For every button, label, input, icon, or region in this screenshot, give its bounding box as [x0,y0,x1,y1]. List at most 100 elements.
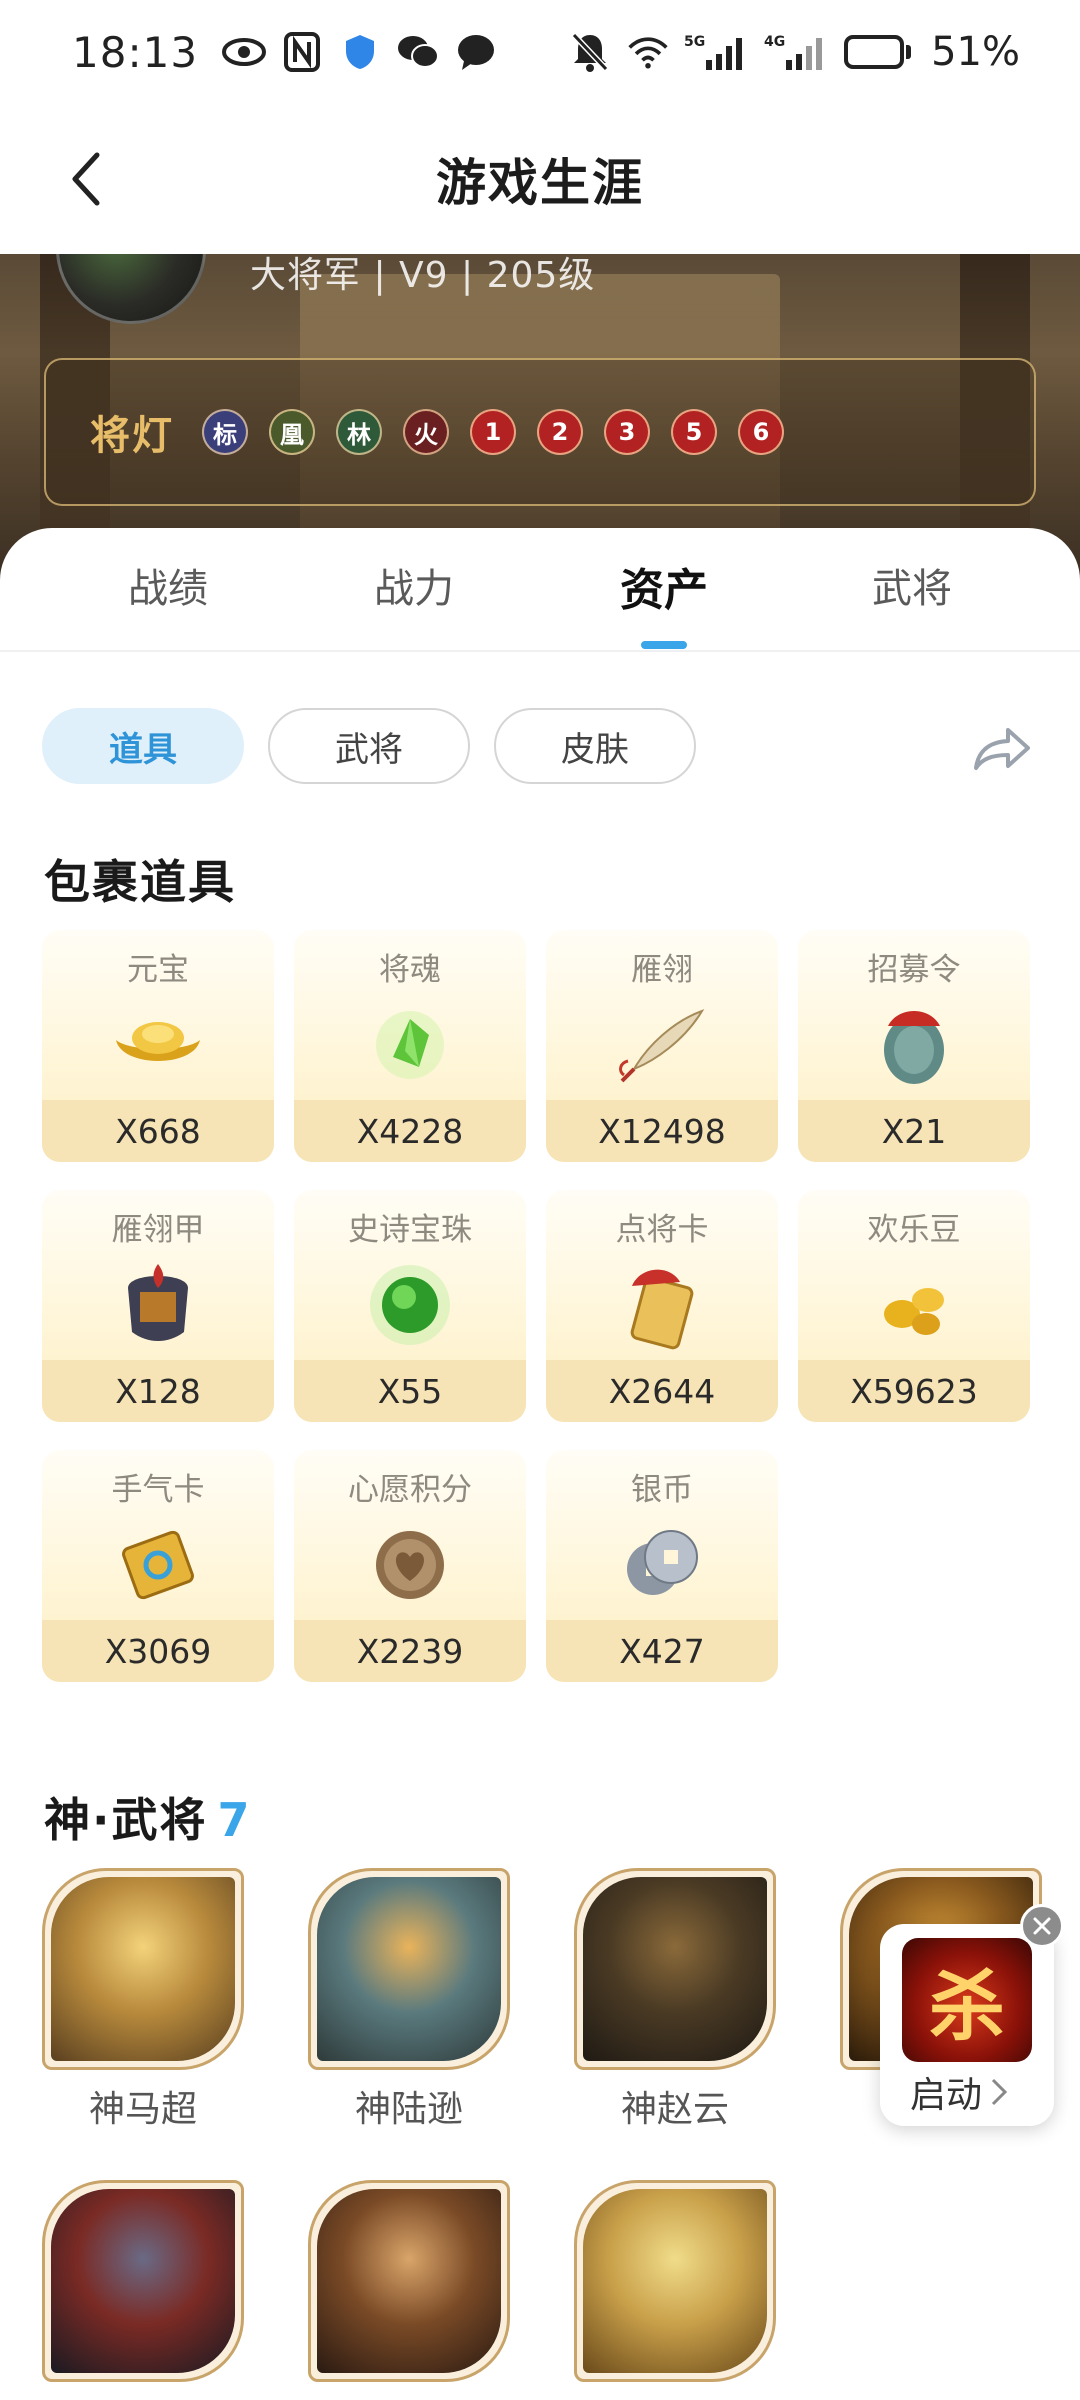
item-name: 招募令 [867,952,961,988]
hero-card[interactable]: 神曹操 [42,2180,244,2400]
chip-generals[interactable]: 武将 [268,708,470,784]
lamp-badge: 2 [537,409,583,455]
lamp-badge: 6 [738,409,784,455]
back-button[interactable] [50,144,120,214]
item-name: 雁翎 [631,952,693,988]
hero-card[interactable]: 神陆逊 [308,1868,510,2132]
general-card-icon [612,1260,712,1350]
nfc-icon [280,30,324,74]
item-name: 元宝 [127,952,189,988]
item-card[interactable]: 雁翎甲 X128 [42,1190,274,1422]
status-left: 18:13 [72,28,498,77]
share-icon [974,728,1030,770]
item-quantity: X3069 [42,1620,274,1682]
share-button[interactable] [966,712,1038,784]
item-card[interactable]: 元宝 X668 [42,930,274,1162]
chevron-right-icon [991,2078,1008,2106]
item-card[interactable]: 招募令 X21 [798,930,1030,1162]
lamp-badge: 火 [403,409,449,455]
item-name: 银币 [631,1472,693,1508]
title-bar: 游戏生涯 [0,104,1080,254]
lamp-badges: 标凰林火12356 [202,409,784,455]
hero-name: 神周瑜 [308,2392,510,2400]
tab-record[interactable]: 战绩 [88,556,248,614]
item-name: 雁翎甲 [111,1212,205,1248]
item-quantity: X2239 [294,1620,526,1682]
heroes-count: 7 [217,1793,252,1847]
hero-portrait [51,1877,235,2061]
hero-card[interactable]: 神周瑜 [308,2180,510,2400]
item-name: 心愿积分 [348,1472,472,1508]
item-name: 点将卡 [615,1212,709,1248]
silver-coin-icon [612,1520,712,1610]
item-quantity: X55 [294,1360,526,1422]
general-lamps-panel[interactable]: 将灯 标凰林火12356 [44,358,1036,506]
hero-name: 神曹操 [42,2392,244,2400]
beans-icon [864,1260,964,1350]
hero-portrait [583,1877,767,2061]
tab-generals[interactable]: 武将 [832,556,992,614]
item-card[interactable]: 史诗宝珠 X55 [294,1190,526,1422]
hero-portrait-frame [574,1868,776,2070]
item-card[interactable]: 点将卡 X2644 [546,1190,778,1422]
item-card[interactable]: 雁翎 X12498 [546,930,778,1162]
item-card[interactable]: 心愿积分 X2239 [294,1450,526,1682]
hero-card[interactable]: 神马超 [42,1868,244,2132]
item-card[interactable]: 欢乐豆 X59623 [798,1190,1030,1422]
item-quantity: X21 [798,1100,1030,1162]
items-section-title: 包裹道具 [44,855,236,909]
launch-label-wrap: 启动 [910,2066,1008,2118]
item-card[interactable]: 将魂 X4228 [294,930,526,1162]
asset-filter-chips: 道具 武将 皮肤 [42,708,696,784]
game-launch-widget[interactable]: 杀 启动 [880,1924,1054,2126]
item-quantity: X59623 [798,1360,1030,1422]
lamp-label: 将灯 [90,413,174,459]
heroes-section-title: 神·武将 7 [44,1784,252,1850]
hero-name: 神吕蒙 [574,2392,776,2400]
signal-4g-icon: 4G [764,30,830,74]
hero-portrait-frame [308,2180,510,2382]
heroes-section-label: 神·武将 [44,1793,208,1847]
item-quantity: X668 [42,1100,274,1162]
chip-skins[interactable]: 皮肤 [494,708,696,784]
status-right: 5G 4G 51% [568,29,1020,75]
item-quantity: X12498 [546,1100,778,1162]
close-widget-button[interactable] [1020,1904,1064,1948]
mute-bell-icon [568,30,612,74]
wechat-icon [396,30,440,74]
lamp-badge: 1 [470,409,516,455]
hero-card[interactable]: 神赵云 [574,1868,776,2132]
hero-portrait-frame [42,2180,244,2382]
lamp-badge: 5 [671,409,717,455]
hero-portrait-frame [574,2180,776,2382]
hero-portrait-frame [308,1868,510,2070]
item-name: 手气卡 [111,1472,205,1508]
profile-subtitle: 大将军 | V9 | 205级 [250,255,596,296]
page-title: 游戏生涯 [436,154,644,212]
battery-percent: 51% [931,29,1020,75]
chip-items[interactable]: 道具 [42,708,244,784]
status-bar: 18:13 5G 4G 51% [0,0,1080,104]
hero-name: 神赵云 [620,2089,729,2130]
tab-assets[interactable]: 资产 [584,554,744,618]
tab-power[interactable]: 战力 [334,556,494,614]
lamp-badge: 林 [336,409,382,455]
heart-coin-icon [360,1520,460,1610]
item-card[interactable]: 银币 X427 [546,1450,778,1682]
hero-portrait [583,2189,767,2373]
item-card[interactable]: 手气卡 X3069 [42,1450,274,1682]
active-tab-indicator [641,641,687,649]
chevron-left-icon [72,152,100,206]
item-quantity: X4228 [294,1100,526,1162]
game-logo-char: 杀 [929,1962,1005,2051]
item-quantity: X2644 [546,1360,778,1422]
luck-card-icon [108,1520,208,1610]
hero-portrait [317,1877,501,2061]
status-time: 18:13 [72,27,199,77]
shield-icon [338,30,382,74]
wifi-icon [626,30,670,74]
hero-portrait [317,2189,501,2373]
hero-card[interactable]: 神吕蒙 [574,2180,776,2400]
eye-icon [222,30,267,74]
launch-label: 启动 [910,2075,983,2116]
